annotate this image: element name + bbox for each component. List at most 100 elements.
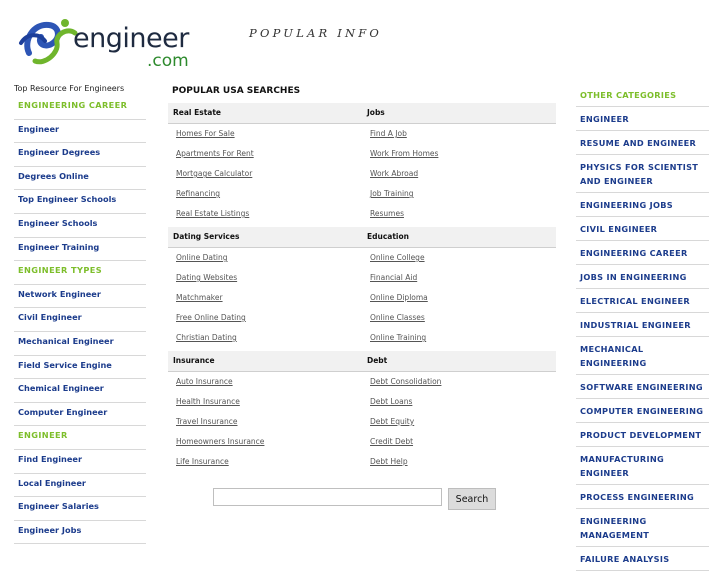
category-block: Dating Services Education Online Dating Dat… xyxy=(168,227,556,348)
sidebar-link-engineer[interactable]: Engineer xyxy=(14,120,146,144)
category-column: Find A Job Work From Homes Work Abroad Job … xyxy=(362,124,556,224)
category-links: Online Dating Dating Websites Matchmaker Fr… xyxy=(168,248,556,348)
category-link-mechanical-engineering[interactable]: MECHANICAL ENGINEERING xyxy=(576,337,709,375)
category-blocks: Real Estate Jobs Homes For Sale Apartments … xyxy=(168,103,556,472)
category-links: Auto Insurance Health Insurance Travel Ins… xyxy=(168,372,556,472)
logo-domain: .com xyxy=(147,51,189,71)
logo-text: engineer xyxy=(73,23,190,54)
sidebar-link-civil-engineer[interactable]: Civil Engineer xyxy=(14,308,146,332)
category-link-product-development[interactable]: PRODUCT DEVELOPMENT xyxy=(576,423,709,447)
category-link-physics-for-scientist-and-engineer[interactable]: PHYSICS FOR SCIENTIST AND ENGINEER xyxy=(576,155,709,193)
category-link-electrical-engineer[interactable]: ELECTRICAL ENGINEER xyxy=(576,289,709,313)
category-title-debt: Debt xyxy=(367,356,388,365)
category-title-real-estate: Real Estate xyxy=(173,108,222,117)
category-link-software-engineering[interactable]: SOFTWARE ENGINEERING xyxy=(576,375,709,399)
category-link-computer-engineering[interactable]: COMPUTER ENGINEERING xyxy=(576,399,709,423)
left-sidebar-nav: ENGINEERING CAREER Engineer Engineer Degre… xyxy=(14,96,146,545)
sidebar-link-chemical-engineer[interactable]: Chemical Engineer xyxy=(14,379,146,403)
category-column: Debt Consolidation Debt Loans Debt Equity C… xyxy=(362,372,556,472)
category-link-engineering-career[interactable]: ENGINEERING CAREER xyxy=(576,241,709,265)
search-link-mortgage-calculator[interactable]: Mortgage Calculator xyxy=(168,164,362,184)
sidebar-link-computer-engineer[interactable]: Computer Engineer xyxy=(14,403,146,427)
sidebar-link-network-engineer[interactable]: Network Engineer xyxy=(14,285,146,309)
search-link-resumes[interactable]: Resumes xyxy=(362,204,556,224)
search-button[interactable]: Search xyxy=(448,488,496,510)
sidebar-link-degrees-online[interactable]: Degrees Online xyxy=(14,167,146,191)
right-sidebar-nav: OTHER CATEGORIES ENGINEER RESUME AND ENGIN… xyxy=(576,83,709,571)
category-link-engineering-management[interactable]: ENGINEERING MANAGEMENT xyxy=(576,509,709,547)
category-title-dating-services: Dating Services xyxy=(173,232,240,241)
category-link-failure-analysis[interactable]: FAILURE ANALYSIS xyxy=(576,547,709,571)
search-input[interactable] xyxy=(213,488,442,506)
search-link-dating-websites[interactable]: Dating Websites xyxy=(168,268,362,288)
search-link-debt-equity[interactable]: Debt Equity xyxy=(362,412,556,432)
section-title: POPULAR USA SEARCHES xyxy=(172,86,301,96)
search-link-life-insurance[interactable]: Life Insurance xyxy=(168,452,362,472)
search-link-apartments-for-rent[interactable]: Apartments For Rent xyxy=(168,144,362,164)
search-link-health-insurance[interactable]: Health Insurance xyxy=(168,392,362,412)
search-link-work-abroad[interactable]: Work Abroad xyxy=(362,164,556,184)
search-link-online-college[interactable]: Online College xyxy=(362,248,556,268)
category-link-civil-engineer[interactable]: CIVIL ENGINEER xyxy=(576,217,709,241)
category-column: Homes For Sale Apartments For Rent Mortgag… xyxy=(168,124,362,224)
page-title: POPULAR INFO xyxy=(249,26,383,40)
category-links: Homes For Sale Apartments For Rent Mortgag… xyxy=(168,124,556,224)
category-block: Real Estate Jobs Homes For Sale Apartments … xyxy=(168,103,556,224)
search-link-online-training[interactable]: Online Training xyxy=(362,328,556,348)
category-link-process-engineering[interactable]: PROCESS ENGINEERING xyxy=(576,485,709,509)
category-heading-other-categories: OTHER CATEGORIES xyxy=(576,83,709,107)
category-header-row: Dating Services Education xyxy=(168,227,556,248)
sidebar-link-field-service-engine[interactable]: Field Service Engine xyxy=(14,356,146,380)
category-title-jobs: Jobs xyxy=(367,108,385,117)
sidebar-heading-engineering-career: ENGINEERING CAREER xyxy=(14,96,146,120)
search-link-job-training[interactable]: Job Training xyxy=(362,184,556,204)
sidebar-link-engineer-training[interactable]: Engineer Training xyxy=(14,238,146,262)
search-bar: Search xyxy=(213,488,496,510)
sidebar-link-engineer-salaries[interactable]: Engineer Salaries xyxy=(14,497,146,521)
sidebar-link-engineer-schools[interactable]: Engineer Schools xyxy=(14,214,146,238)
search-link-online-dating[interactable]: Online Dating xyxy=(168,248,362,268)
search-link-auto-insurance[interactable]: Auto Insurance xyxy=(168,372,362,392)
search-link-free-online-dating[interactable]: Free Online Dating xyxy=(168,308,362,328)
search-link-travel-insurance[interactable]: Travel Insurance xyxy=(168,412,362,432)
search-link-online-classes[interactable]: Online Classes xyxy=(362,308,556,328)
category-header-row: Insurance Debt xyxy=(168,351,556,372)
search-link-online-diploma[interactable]: Online Diploma xyxy=(362,288,556,308)
category-link-industrial-engineer[interactable]: INDUSTRIAL ENGINEER xyxy=(576,313,709,337)
category-link-resume-and-engineer[interactable]: RESUME AND ENGINEER xyxy=(576,131,709,155)
sidebar-link-engineer-degrees[interactable]: Engineer Degrees xyxy=(14,143,146,167)
category-link-jobs-in-engineering[interactable]: JOBS IN ENGINEERING xyxy=(576,265,709,289)
category-link-manufacturing-engineer[interactable]: MANUFACTURING ENGINEER xyxy=(576,447,709,485)
sidebar-link-local-engineer[interactable]: Local Engineer xyxy=(14,474,146,498)
search-link-work-from-homes[interactable]: Work From Homes xyxy=(362,144,556,164)
category-title-education: Education xyxy=(367,232,409,241)
sidebar-link-find-engineer[interactable]: Find Engineer xyxy=(14,450,146,474)
search-link-real-estate-listings[interactable]: Real Estate Listings xyxy=(168,204,362,224)
search-link-find-a-job[interactable]: Find A Job xyxy=(362,124,556,144)
search-link-matchmaker[interactable]: Matchmaker xyxy=(168,288,362,308)
search-link-financial-aid[interactable]: Financial Aid xyxy=(362,268,556,288)
category-link-engineer[interactable]: ENGINEER xyxy=(576,107,709,131)
tagline: Top Resource For Engineers xyxy=(14,84,125,93)
search-link-refinancing[interactable]: Refinancing xyxy=(168,184,362,204)
search-link-homes-for-sale[interactable]: Homes For Sale xyxy=(168,124,362,144)
category-link-engineering-jobs[interactable]: ENGINEERING JOBS xyxy=(576,193,709,217)
logo-swirl-icon xyxy=(19,19,78,65)
search-link-debt-consolidation[interactable]: Debt Consolidation xyxy=(362,372,556,392)
search-link-credit-debt[interactable]: Credit Debt xyxy=(362,432,556,452)
site-logo[interactable]: engineer .com xyxy=(15,13,200,71)
sidebar-link-top-engineer-schools[interactable]: Top Engineer Schools xyxy=(14,190,146,214)
sidebar-heading-engineer: ENGINEER xyxy=(14,426,146,450)
sidebar-link-mechanical-engineer[interactable]: Mechanical Engineer xyxy=(14,332,146,356)
search-link-debt-help[interactable]: Debt Help xyxy=(362,452,556,472)
search-link-debt-loans[interactable]: Debt Loans xyxy=(362,392,556,412)
category-column: Auto Insurance Health Insurance Travel Ins… xyxy=(168,372,362,472)
search-link-homeowners-insurance[interactable]: Homeowners Insurance xyxy=(168,432,362,452)
category-title-insurance: Insurance xyxy=(173,356,215,365)
category-column: Online Dating Dating Websites Matchmaker Fr… xyxy=(168,248,362,348)
sidebar-heading-engineer-types: ENGINEER TYPES xyxy=(14,261,146,285)
sidebar-link-engineer-jobs[interactable]: Engineer Jobs xyxy=(14,521,146,545)
category-block: Insurance Debt Auto Insurance Health Insura… xyxy=(168,351,556,472)
category-header-row: Real Estate Jobs xyxy=(168,103,556,124)
search-link-christian-dating[interactable]: Christian Dating xyxy=(168,328,362,348)
